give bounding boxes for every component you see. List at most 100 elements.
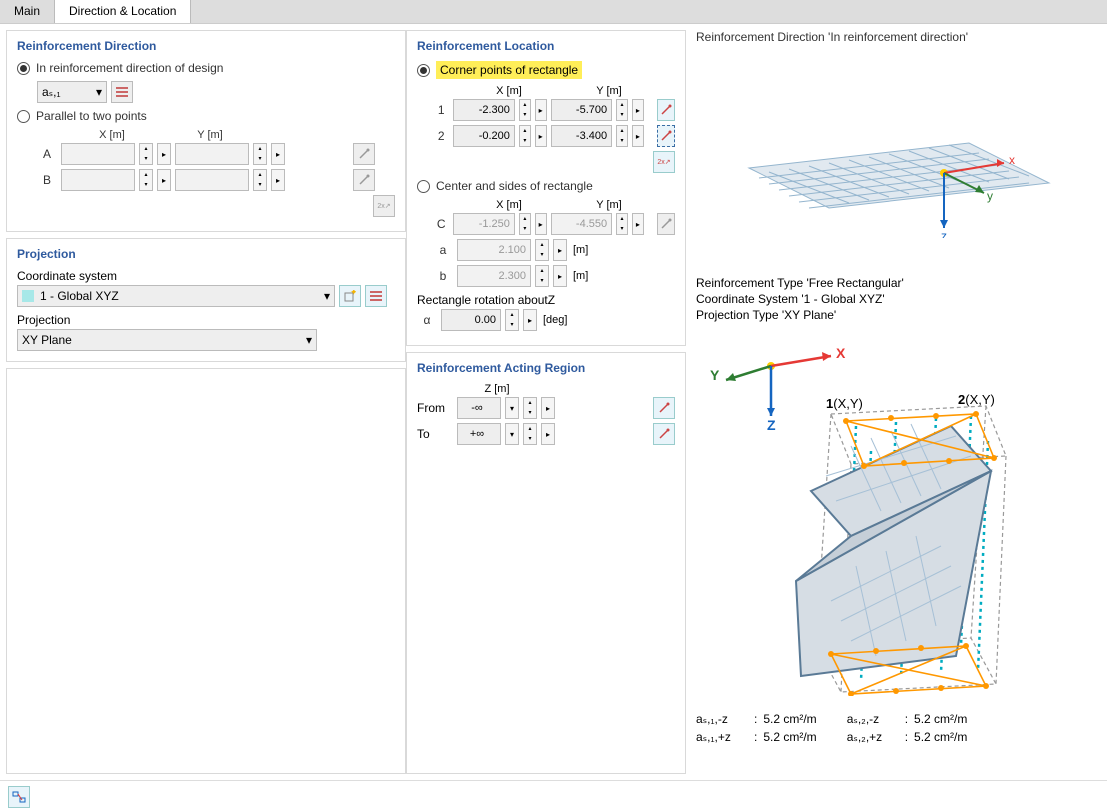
- input-a-y: [175, 143, 249, 165]
- arrow-1-y[interactable]: ▸: [632, 99, 644, 121]
- tab-direction-location[interactable]: Direction & Location: [55, 0, 191, 23]
- col-x: X [m]: [459, 85, 559, 97]
- input-alpha[interactable]: 0.00: [441, 309, 501, 331]
- pick-2-icon-button[interactable]: [657, 125, 675, 147]
- arrow-a: ▸: [553, 239, 567, 261]
- spinner-2-x[interactable]: ▴▾: [519, 125, 531, 147]
- radio-corner-points[interactable]: [417, 64, 430, 77]
- axis-x-small: x: [1009, 153, 1015, 167]
- input-2-y[interactable]: -3.400: [551, 125, 613, 147]
- panel-title-acting: Reinforcement Acting Region: [417, 361, 675, 375]
- new-cs-icon-button[interactable]: ✦: [339, 285, 361, 307]
- spinner-to[interactable]: ▴▾: [523, 423, 537, 445]
- select-projection-value: XY Plane: [22, 333, 72, 347]
- label-projection: Projection: [17, 313, 395, 327]
- pick-2x-icon-button: 2x↗: [373, 195, 395, 217]
- info-type: Reinforcement Type 'Free Rectangular': [696, 276, 1101, 290]
- arrow-a-y: ▸: [271, 143, 285, 165]
- select-projection[interactable]: XY Plane ▾: [17, 329, 317, 351]
- pick-from-icon-button[interactable]: [653, 397, 675, 419]
- arrow-2-x[interactable]: ▸: [535, 125, 547, 147]
- panel-reinforcement-direction: Reinforcement Direction In reinforcement…: [6, 30, 406, 232]
- pick-a-icon-button: [353, 143, 375, 165]
- as12-val: 5.2 cm²/m: [763, 730, 816, 744]
- col-y2: Y [m]: [559, 199, 659, 211]
- select-to[interactable]: +∞: [457, 423, 501, 445]
- spinner-a-x: ▴▾: [139, 143, 153, 165]
- as12-label: aₛ,₁,+z: [696, 730, 748, 744]
- preview1-title: Reinforcement Direction 'In reinforcemen…: [696, 30, 1101, 44]
- input-b-x: [61, 169, 135, 191]
- radio-in-direction[interactable]: [17, 62, 30, 75]
- label-coord-system: Coordinate system: [17, 269, 395, 283]
- radio-center-label: Center and sides of rectangle: [436, 179, 593, 193]
- list-icon-button[interactable]: [111, 81, 133, 103]
- row-b-label2: b: [433, 269, 453, 283]
- label-to: To: [417, 427, 453, 441]
- input-b: 2.300: [457, 265, 531, 287]
- input-2-x[interactable]: -0.200: [453, 125, 515, 147]
- unit-m-a: [m]: [573, 244, 588, 256]
- col-header-y: Y [m]: [161, 129, 259, 141]
- radio-corner-label: Corner points of rectangle: [436, 61, 582, 79]
- panel-projection: Projection Coordinate system 1 - Global …: [6, 238, 406, 362]
- panel-title-location: Reinforcement Location: [417, 39, 675, 53]
- spinner-b-y: ▴▾: [253, 169, 267, 191]
- unit-deg: [deg]: [543, 314, 567, 326]
- spinner-b: ▴▾: [535, 265, 549, 287]
- spinner-a: ▴▾: [535, 239, 549, 261]
- arrow-c-x: ▸: [535, 213, 547, 235]
- arrow-a-x: ▸: [157, 143, 171, 165]
- spinner-c-x: ▴▾: [519, 213, 531, 235]
- footer-diagram-icon-button[interactable]: [8, 786, 30, 808]
- spinner-1-y[interactable]: ▴▾: [616, 99, 628, 121]
- select-coord-system[interactable]: 1 - Global XYZ ▾: [17, 285, 335, 307]
- input-c-x: -1.250: [453, 213, 515, 235]
- unit-m-b: [m]: [573, 270, 588, 282]
- spinner-from[interactable]: ▴▾: [523, 397, 537, 419]
- arrow-alpha[interactable]: ▸: [523, 309, 537, 331]
- arrow-from[interactable]: ▸: [541, 397, 555, 419]
- arrow-b-y: ▸: [271, 169, 285, 191]
- axis-Y: Y: [710, 367, 720, 383]
- arrow-2-y[interactable]: ▸: [632, 125, 644, 147]
- chevron-down-icon: ▾: [96, 85, 102, 99]
- as22-val: 5.2 cm²/m: [914, 730, 967, 744]
- as22-label: aₛ,₂,+z: [847, 730, 899, 744]
- arrow-to[interactable]: ▸: [541, 423, 555, 445]
- panel-empty: [6, 368, 406, 774]
- col-z: Z [m]: [457, 383, 537, 395]
- to-drop-icon[interactable]: ▾: [505, 423, 519, 445]
- input-1-x[interactable]: -2.300: [453, 99, 515, 121]
- spinner-alpha[interactable]: ▴▾: [505, 309, 519, 331]
- input-a: 2.100: [457, 239, 531, 261]
- preview-projection-3d: X Y Z 1(X,Y) 2(X,Y): [696, 336, 1101, 696]
- as11-val: 5.2 cm²/m: [763, 712, 816, 726]
- panel-reinforcement-location: Reinforcement Location Corner points of …: [406, 30, 686, 346]
- input-1-y[interactable]: -5.700: [551, 99, 613, 121]
- spinner-1-x[interactable]: ▴▾: [519, 99, 531, 121]
- label-from: From: [417, 401, 453, 415]
- panel-acting-region: Reinforcement Acting Region Z [m] From -…: [406, 352, 686, 774]
- tab-main[interactable]: Main: [0, 0, 55, 23]
- radio-parallel-label: Parallel to two points: [36, 109, 147, 123]
- cs-list-icon-button[interactable]: [365, 285, 387, 307]
- select-as1[interactable]: aₛ,₁ ▾: [37, 81, 107, 103]
- from-drop-icon[interactable]: ▾: [505, 397, 519, 419]
- footer-bar: [0, 780, 1107, 812]
- chevron-down-icon: ▾: [306, 333, 312, 347]
- axis-z-small: z: [941, 229, 947, 238]
- as11-label: aₛ,₁,-z: [696, 712, 748, 726]
- spinner-2-y[interactable]: ▴▾: [616, 125, 628, 147]
- pick-1-icon-button[interactable]: [657, 99, 675, 121]
- radio-parallel-two-points[interactable]: [17, 110, 30, 123]
- pick-b-icon-button: [353, 169, 375, 191]
- select-from[interactable]: -∞: [457, 397, 501, 419]
- arrow-1-x[interactable]: ▸: [535, 99, 547, 121]
- info-cs: Coordinate System '1 - Global XYZ': [696, 292, 1101, 306]
- spinner-c-y: ▴▾: [616, 213, 628, 235]
- pick-2x-icon-button[interactable]: 2x↗: [653, 151, 675, 173]
- pick-to-icon-button[interactable]: [653, 423, 675, 445]
- radio-center-sides[interactable]: [417, 180, 430, 193]
- arrow-c-y: ▸: [632, 213, 644, 235]
